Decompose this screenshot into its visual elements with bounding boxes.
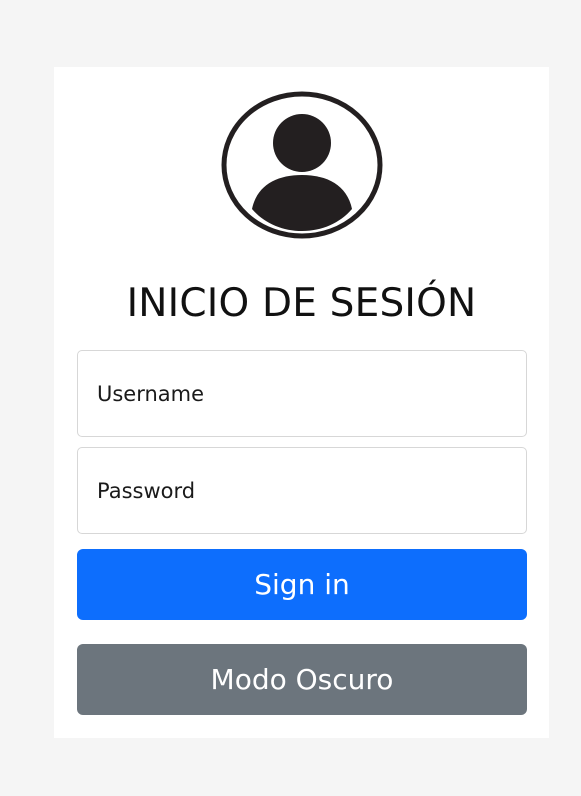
- username-input[interactable]: [77, 350, 527, 437]
- login-card: INICIO DE SESIÓN Sign in Modo Oscuro: [54, 67, 549, 738]
- page-title: INICIO DE SESIÓN: [126, 281, 477, 326]
- sign-in-button[interactable]: Sign in: [77, 549, 527, 620]
- user-avatar-icon: [221, 91, 383, 239]
- password-input[interactable]: [77, 447, 527, 534]
- dark-mode-button[interactable]: Modo Oscuro: [77, 644, 527, 715]
